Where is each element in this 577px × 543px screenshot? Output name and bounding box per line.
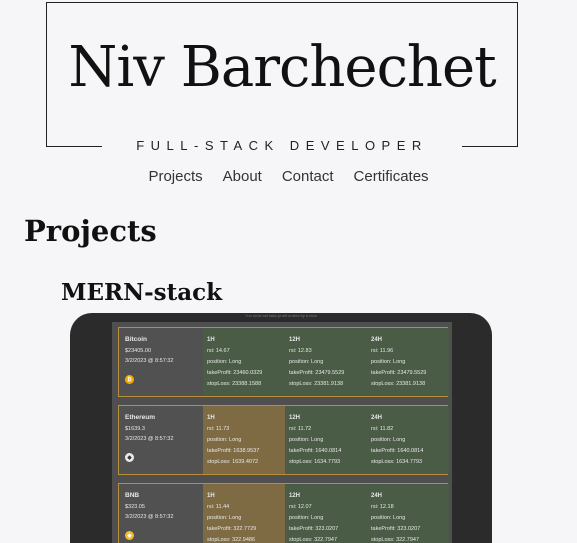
timeframe-column: 12H rsi: 11.72 position: Long takeProfit: 1… <box>285 406 367 474</box>
coin-logo-icon: ₿ <box>125 375 134 384</box>
position-value: position: Long <box>207 359 242 365</box>
site-tagline: FULL-STACK DEVELOPER <box>136 138 428 153</box>
timeframe-column: 1H rsi: 14.67 position: Long takeProfit: 23… <box>203 328 285 396</box>
take-profit-value: takeProfit: 23479.5529 <box>371 370 427 376</box>
position-value: position: Long <box>371 359 406 365</box>
section-title: Projects <box>24 214 157 248</box>
timeframe-label: 12H <box>289 493 301 499</box>
coin-info: BNB $323.05 3/2/2023 @ 8:57:32 <box>125 492 205 521</box>
coin-timestamp: 3/2/2023 @ 8:57:32 <box>125 514 174 520</box>
take-profit-value: takeProfit: 323.0207 <box>371 526 421 532</box>
timeframe-column: 12H rsi: 12.07 position: Long takeProfit: 3… <box>285 484 367 543</box>
take-profit-value: takeProfit: 322.7729 <box>207 526 257 532</box>
coin-logo-icon: ◆ <box>125 453 134 462</box>
timeframe-label: 12H <box>289 337 301 343</box>
rsi-value: rsi: 12.07 <box>289 504 312 510</box>
stop-loss-value: stopLoss: 1639.4072 <box>207 459 259 465</box>
timeframe-column: 1H rsi: 11.44 position: Long takeProfit: 32… <box>203 484 285 543</box>
project-category-title: MERN-stack <box>61 279 223 306</box>
position-value: position: Long <box>371 515 406 521</box>
position-value: position: Long <box>289 437 324 443</box>
screenshot-screen: Bitcoin $23405.00 3/2/2023 @ 8:57:32 ₿ 1H rsi… <box>112 322 452 543</box>
rsi-value: rsi: 11.44 <box>207 504 230 510</box>
coin-price: $323.05 <box>125 504 145 510</box>
nav-link-projects[interactable]: Projects <box>148 167 202 187</box>
coin-card: Ethereum $1639.3 3/2/2023 @ 8:57:32 ◆ 1H rsi:… <box>118 405 449 475</box>
take-profit-value: takeProfit: 23479.5529 <box>289 370 345 376</box>
stop-loss-value: stopLoss: 322.7947 <box>371 537 420 543</box>
position-value: position: Long <box>289 515 324 521</box>
take-profit-value: takeProfit: 1640.0814 <box>289 448 342 454</box>
timeframe-label: 24H <box>371 337 383 343</box>
rsi-value: rsi: 11.72 <box>289 426 312 432</box>
coin-name: BNB <box>125 492 140 499</box>
timeframe-column: 24H rsi: 12.18 position: Long takeProfit: 3… <box>367 484 449 543</box>
main-nav: Projects About Contact Certificates <box>0 167 577 187</box>
take-profit-value: takeProfit: 323.0207 <box>289 526 339 532</box>
timeframe-column: 24H rsi: 11.96 position: Long takeProfit: 2… <box>367 328 449 396</box>
rsi-value: rsi: 12.83 <box>289 348 312 354</box>
timeframe-label: 1H <box>207 337 215 343</box>
stop-loss-value: stopLoss: 23388.1588 <box>207 381 262 387</box>
position-value: position: Long <box>371 437 406 443</box>
rsi-value: rsi: 14.67 <box>207 348 230 354</box>
timeframe-column: 12H rsi: 12.83 position: Long takeProfit: 2… <box>285 328 367 396</box>
coin-name: Ethereum <box>125 414 155 421</box>
position-value: position: Long <box>207 515 242 521</box>
stop-loss-value: stopLoss: 23381.9138 <box>371 381 426 387</box>
timeframe-label: 1H <box>207 493 215 499</box>
take-profit-value: takeProfit: 1638.9537 <box>207 448 260 454</box>
coin-price: $1639.3 <box>125 426 145 432</box>
site-title: Niv Barchechet <box>68 35 496 100</box>
rsi-value: rsi: 11.96 <box>371 348 394 354</box>
nav-link-contact[interactable]: Contact <box>282 167 334 187</box>
position-value: position: Long <box>207 437 242 443</box>
coin-card: Bitcoin $23405.00 3/2/2023 @ 8:57:32 ₿ 1H rsi… <box>118 327 449 397</box>
coin-logo-icon: ◈ <box>125 531 134 540</box>
nav-link-about[interactable]: About <box>223 167 262 187</box>
timeframe-column: 1H rsi: 11.73 position: Long takeProfit: 16… <box>203 406 285 474</box>
stop-loss-value: stopLoss: 1634.7793 <box>371 459 423 465</box>
stop-loss-value: stopLoss: 322.9486 <box>207 537 256 543</box>
rsi-value: rsi: 12.18 <box>371 504 394 510</box>
coin-info: Ethereum $1639.3 3/2/2023 @ 8:57:32 <box>125 414 205 443</box>
timeframe-label: 1H <box>207 415 215 421</box>
take-profit-value: takeProfit: 23460.0329 <box>207 370 263 376</box>
coin-card: BNB $323.05 3/2/2023 @ 8:57:32 ◈ 1H rsi: 11.4… <box>118 483 449 543</box>
timeframe-column: 24H rsi: 11.82 position: Long takeProfit: 1… <box>367 406 449 474</box>
coin-timestamp: 3/2/2023 @ 8:57:32 <box>125 358 174 364</box>
stop-loss-value: stopLoss: 23381.9138 <box>289 381 344 387</box>
take-profit-value: takeProfit: 1640.0814 <box>371 448 424 454</box>
coin-timestamp: 3/2/2023 @ 8:57:32 <box>125 436 174 442</box>
timeframe-label: 24H <box>371 493 383 499</box>
coin-name: Bitcoin <box>125 336 148 343</box>
coin-info: Bitcoin $23405.00 3/2/2023 @ 8:57:32 <box>125 336 205 365</box>
project-screenshot[interactable]: You must set take-profit orders by a cli… <box>70 313 492 543</box>
stop-loss-value: stopLoss: 322.7947 <box>289 537 338 543</box>
screenshot-caption: You must set take-profit orders by a cli… <box>245 313 317 318</box>
timeframe-label: 24H <box>371 415 383 421</box>
nav-link-certificates[interactable]: Certificates <box>354 167 429 187</box>
coin-price: $23405.00 <box>125 348 151 354</box>
timeframe-label: 12H <box>289 415 301 421</box>
position-value: position: Long <box>289 359 324 365</box>
portfolio-page: Niv Barchechet FULL-STACK DEVELOPER Proj… <box>0 0 577 543</box>
rsi-value: rsi: 11.73 <box>207 426 230 432</box>
stop-loss-value: stopLoss: 1634.7793 <box>289 459 341 465</box>
rsi-value: rsi: 11.82 <box>371 426 394 432</box>
